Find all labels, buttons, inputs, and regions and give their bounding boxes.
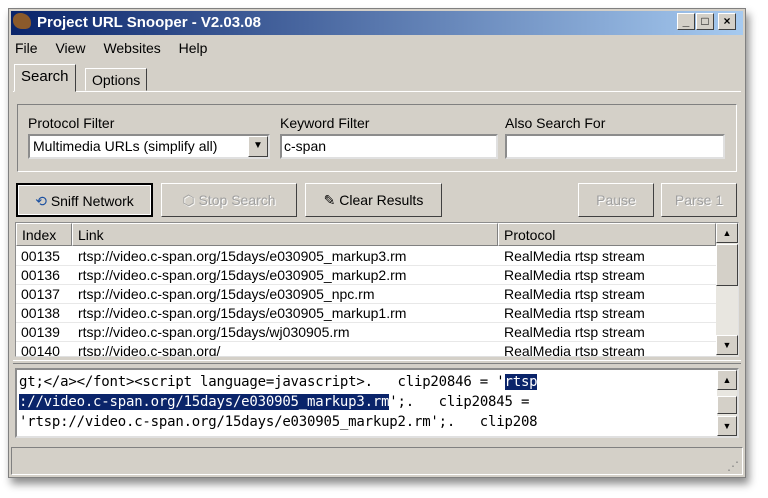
- source-line-2: ://video.c-span.org/15days/e030905_marku…: [19, 394, 530, 410]
- protocol-filter-label: Protocol Filter: [28, 115, 115, 131]
- scroll-down-icon[interactable]: ▼: [717, 416, 737, 436]
- stop-search-button[interactable]: ⬡ Stop Search: [161, 183, 297, 217]
- eraser-icon: ✎: [323, 192, 336, 208]
- minimize-button[interactable]: _: [677, 13, 695, 30]
- cell-index: 00137: [21, 286, 60, 302]
- tab-search[interactable]: Search: [14, 64, 76, 92]
- scroll-down-icon[interactable]: ▼: [716, 335, 738, 355]
- scroll-thumb[interactable]: [717, 396, 737, 414]
- source-line-3: 'rtsp://video.c-span.org/15days/e030905_…: [19, 414, 538, 430]
- tab-divider: [13, 91, 741, 92]
- tab-options[interactable]: Options: [85, 68, 148, 91]
- cell-protocol: RealMedia rtsp stream: [504, 305, 645, 321]
- sniff-network-button[interactable]: ⟲ Sniff Network: [16, 183, 153, 217]
- maximize-button[interactable]: □: [696, 13, 714, 30]
- cell-link: rtsp://video.c-span.org/15days/wj030905.…: [78, 324, 350, 340]
- cell-link: rtsp://video.c-span.org/15days/e030905_m…: [78, 248, 407, 264]
- table-scrollbar[interactable]: ▲ ▼: [716, 223, 738, 356]
- scroll-up-icon[interactable]: ▲: [717, 370, 737, 390]
- scroll-up-icon[interactable]: ▲: [716, 223, 738, 243]
- cell-protocol: RealMedia rtsp stream: [504, 248, 645, 264]
- keyword-filter-input[interactable]: c-span: [280, 134, 498, 159]
- source-scrollbar[interactable]: ▲ ▼: [717, 370, 737, 436]
- table-row[interactable]: 00137 rtsp://video.c-span.org/15days/e030…: [16, 285, 716, 304]
- stop-icon: ⬡: [182, 192, 195, 208]
- resize-grip-icon[interactable]: ⋰: [727, 459, 739, 473]
- cell-index: 00136: [21, 267, 60, 283]
- also-search-label: Also Search For: [505, 115, 606, 131]
- table-row[interactable]: 00136 rtsp://video.c-span.org/15days/e030…: [16, 266, 716, 285]
- window-title: Project URL Snooper - V2.03.08: [37, 14, 261, 31]
- protocol-filter-select[interactable]: Multimedia URLs (simplify all) ▼: [28, 134, 270, 159]
- app-logo-icon: [13, 13, 31, 29]
- column-header-index[interactable]: Index: [16, 223, 72, 246]
- table-row[interactable]: 00139 rtsp://video.c-span.org/15days/wj03…: [16, 323, 716, 342]
- column-header-protocol[interactable]: Protocol: [498, 223, 716, 246]
- menu-bar: File View Websites Help: [15, 40, 221, 56]
- clear-results-button[interactable]: ✎ Clear Results: [305, 183, 442, 217]
- source-line-1: gt;</a></font><script language=javascrip…: [19, 374, 538, 390]
- cell-protocol: RealMedia rtsp stream: [504, 286, 645, 302]
- cell-link: rtsp://video.c-span.org/15days/e030905_m…: [78, 267, 407, 283]
- cell-protocol: RealMedia rtsp stream: [504, 267, 645, 283]
- parse-button[interactable]: Parse 1: [661, 183, 737, 217]
- table-row[interactable]: 00140 rtsp://video.c-span.org/RealMedia r…: [16, 342, 716, 357]
- menu-view[interactable]: View: [55, 40, 85, 56]
- column-header-link[interactable]: Link: [72, 223, 498, 246]
- title-bar: Project URL Snooper - V2.03.08: [11, 11, 743, 35]
- also-search-input[interactable]: [505, 134, 725, 159]
- app-window: Project URL Snooper - V2.03.08 _ □ × Fil…: [8, 8, 746, 478]
- cell-index: 00138: [21, 305, 60, 321]
- cell-index: 00135: [21, 248, 60, 264]
- table-row[interactable]: 00138 rtsp://video.c-span.org/15days/e030…: [16, 304, 716, 323]
- status-bar: [11, 447, 743, 475]
- cell-protocol: RealMedia rtsp stream: [504, 343, 645, 357]
- table-row[interactable]: 00135 rtsp://video.c-span.org/15days/e030…: [16, 247, 716, 266]
- menu-help[interactable]: Help: [179, 40, 208, 56]
- menu-websites[interactable]: Websites: [103, 40, 160, 56]
- cell-link: rtsp://video.c-span.org/15days/e030905_m…: [78, 305, 407, 321]
- cell-link: rtsp://video.c-span.org/: [78, 343, 221, 357]
- close-button[interactable]: ×: [718, 13, 736, 30]
- cell-index: 00139: [21, 324, 60, 340]
- cell-protocol: RealMedia rtsp stream: [504, 324, 645, 340]
- page-source-text[interactable]: gt;</a></font><script language=javascrip…: [15, 368, 739, 438]
- protocol-filter-value: Multimedia URLs (simplify all): [33, 138, 218, 154]
- scroll-thumb[interactable]: [716, 244, 738, 286]
- splitter[interactable]: [13, 360, 741, 364]
- pause-button[interactable]: Pause: [578, 183, 654, 217]
- results-table: Index Link Protocol 00135 rtsp://video.c-…: [15, 222, 739, 357]
- network-icon: ⟲: [35, 193, 47, 209]
- keyword-filter-label: Keyword Filter: [280, 115, 370, 131]
- chevron-down-icon[interactable]: ▼: [248, 136, 268, 157]
- cell-index: 00140: [21, 343, 60, 357]
- menu-file[interactable]: File: [15, 40, 38, 56]
- cell-link: rtsp://video.c-span.org/15days/e030905_n…: [78, 286, 375, 302]
